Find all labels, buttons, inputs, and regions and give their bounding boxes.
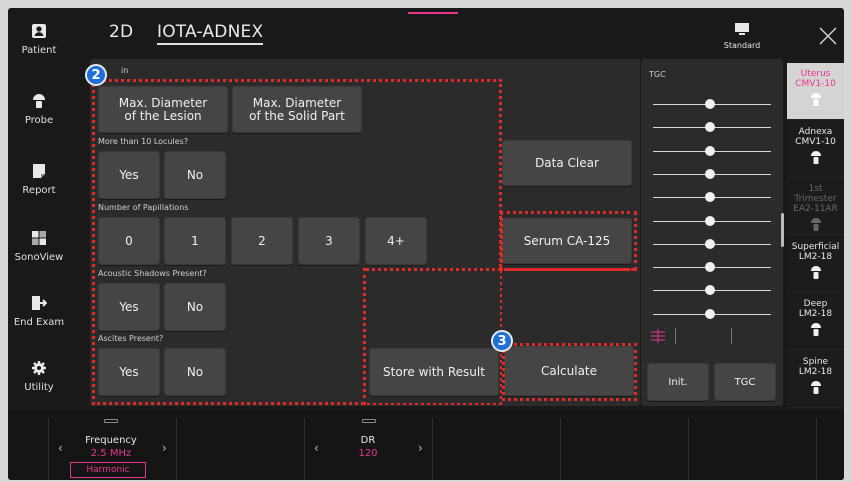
nav-label: SonoView [14, 252, 64, 263]
dr-prev-arrow[interactable]: ‹ [314, 441, 319, 455]
probe-icon [810, 93, 821, 106]
tgc-slider-knob[interactable] [705, 99, 715, 109]
probe-icon [33, 94, 45, 108]
probe-model: CMV1-10 [795, 136, 836, 147]
annotation-box-serum [500, 211, 637, 271]
probe-model: EA2-11AR [793, 204, 838, 214]
frequency-value[interactable]: 2.5 MHz [78, 448, 144, 459]
nav-label: Probe [24, 115, 54, 126]
nav-label: End Exam [13, 317, 65, 328]
nav-patient[interactable]: Patient [8, 23, 70, 56]
probe-item[interactable]: Deep LM2-18 [787, 293, 844, 350]
probe-item[interactable]: Adnexa CMV1-10 [787, 121, 844, 178]
tgc-slider-knob[interactable] [705, 308, 715, 319]
frequency-indicator-icon [104, 419, 118, 423]
probe-name: Deep [803, 299, 828, 309]
nav-sonoview[interactable]: SonoView [8, 230, 70, 263]
probe-model: LM2-18 [798, 366, 833, 377]
close-icon[interactable] [818, 26, 838, 46]
frequency-label: Frequency [85, 435, 137, 446]
nav-probe[interactable]: Probe [8, 93, 70, 126]
probe-icon [810, 380, 821, 394]
app-frame: Patient Probe Report SonoView End Exam U… [8, 8, 844, 480]
probe-name: Uterus [800, 69, 831, 79]
report-icon [33, 164, 45, 178]
tgc-button[interactable]: TGC [714, 363, 776, 401]
dr-next-arrow[interactable]: › [418, 441, 423, 455]
nav-label: Utility [24, 382, 54, 393]
gear-icon [32, 361, 46, 375]
probe-name: 1st Trimester [794, 184, 837, 204]
dr-value[interactable]: 120 [338, 448, 398, 459]
probe-icon [810, 150, 821, 164]
preset-label: Standard [723, 41, 761, 50]
frequency-next-arrow[interactable]: › [162, 441, 167, 455]
sonoview-icon [32, 231, 46, 245]
tgc-slider-knob[interactable] [705, 168, 715, 179]
nav-label: Report [22, 185, 56, 196]
store-with-result-button-visible[interactable]: Store with Result [369, 348, 499, 396]
probe-item[interactable]: Spine LM2-18 [787, 351, 844, 408]
tgc-grid-icon [651, 328, 665, 343]
tgc-slider-knob[interactable] [705, 238, 715, 249]
end-exam-icon [32, 296, 47, 310]
probe-model: CMV1-10 [795, 79, 836, 89]
tgc-init-button[interactable]: Init. [647, 363, 709, 401]
nav-label: Patient [21, 45, 57, 56]
probe-model: LM2-18 [798, 251, 833, 262]
frequency-prev-arrow[interactable]: ‹ [58, 441, 63, 455]
probe-item[interactable]: Uterus CMV1-10 [787, 63, 844, 120]
preset-selector[interactable]: Standard [722, 20, 762, 50]
tgc-title: TGC [649, 70, 666, 79]
nav-report[interactable]: Report [8, 163, 70, 196]
annotation-box-3 [502, 343, 637, 401]
probe-name: Superficial [791, 241, 840, 252]
nav-utility[interactable]: Utility [8, 360, 70, 393]
panel-scrollbar[interactable] [781, 213, 784, 247]
tgc-slider-knob[interactable] [705, 215, 715, 226]
probe-item[interactable]: Superficial LM2-18 [787, 236, 844, 293]
probe-icon [810, 218, 821, 231]
tgc-panel [641, 59, 783, 406]
patient-icon [32, 24, 46, 38]
dr-label: DR [360, 435, 376, 446]
callout-badge-2: 2 [85, 64, 107, 86]
harmonic-toggle[interactable]: Harmonic [70, 462, 146, 478]
data-clear-button[interactable]: Data Clear [502, 140, 632, 186]
page-title[interactable]: IOTA-ADNEX [157, 22, 264, 45]
probe-icon [810, 265, 821, 279]
probe-item: 1st Trimester EA2-11AR [787, 178, 844, 235]
callout-badge-3: 3 [491, 330, 513, 352]
nav-end-exam[interactable]: End Exam [8, 295, 70, 328]
probe-model: LM2-18 [798, 309, 833, 319]
mode-label: 2D [109, 22, 134, 42]
probe-name: Adnexa [798, 126, 833, 137]
tgc-slider-knob[interactable] [705, 145, 715, 156]
probe-icon [810, 323, 821, 336]
monitor-icon [735, 23, 749, 35]
dr-indicator-icon [362, 419, 376, 423]
top-accent-line [408, 12, 458, 14]
section-label: in [121, 66, 129, 75]
probe-name: Spine [802, 356, 829, 367]
